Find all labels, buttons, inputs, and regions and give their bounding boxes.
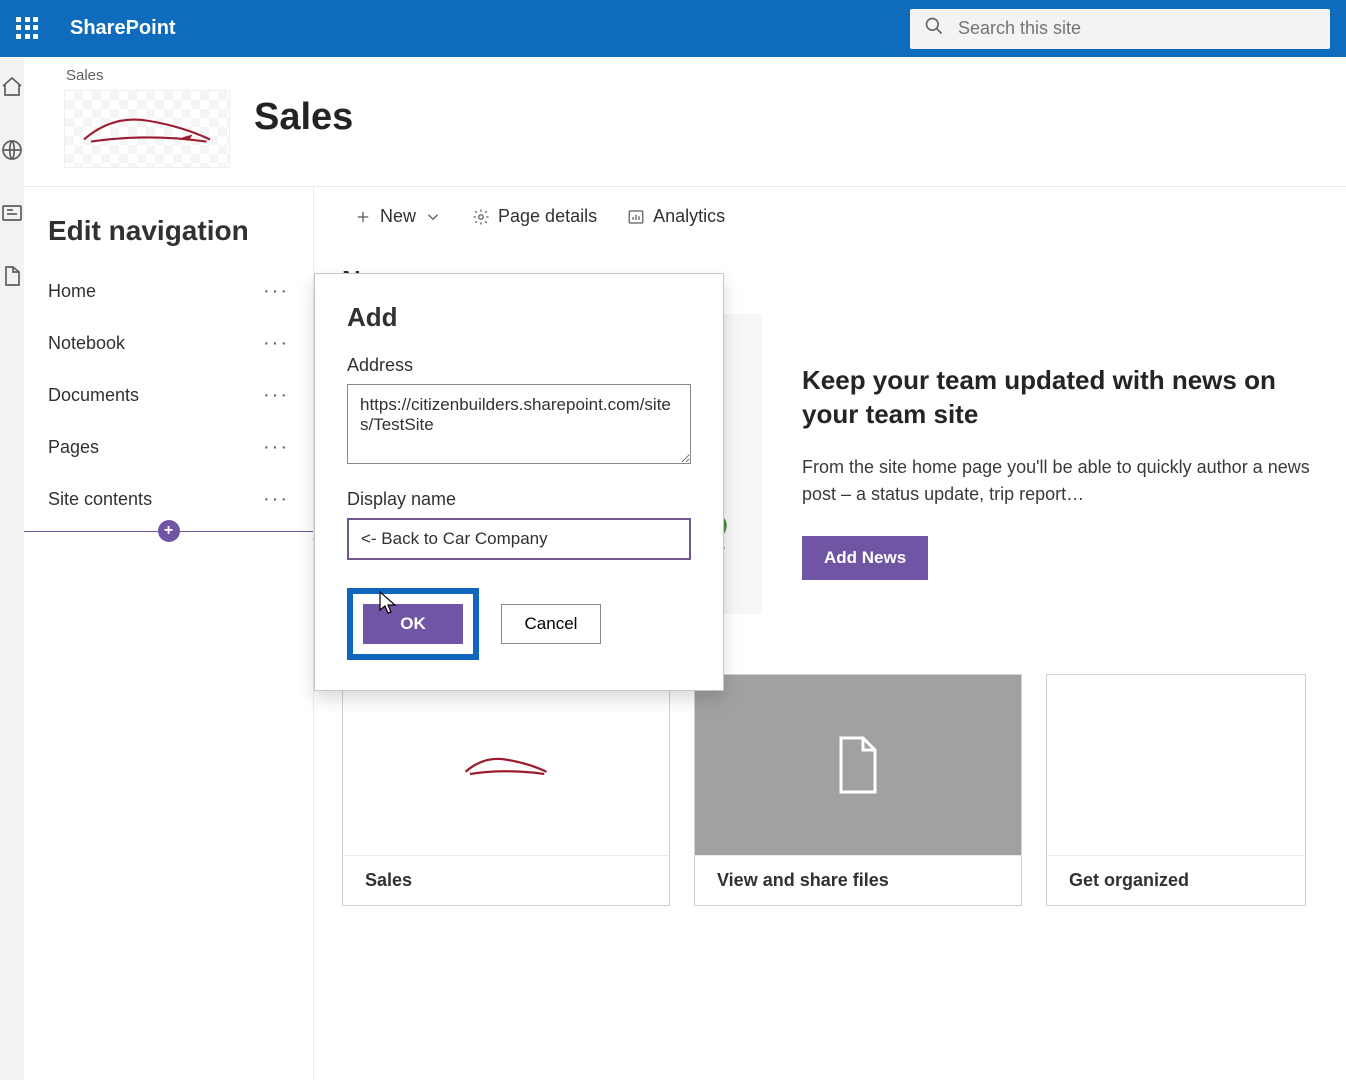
ok-button-highlight: OK — [347, 588, 479, 660]
plus-icon — [354, 208, 372, 226]
nav-item-documents[interactable]: Documents ··· — [48, 369, 289, 421]
more-icon[interactable]: ··· — [263, 436, 289, 459]
nav-item-label: Documents — [48, 385, 139, 406]
site-title: Sales — [254, 96, 353, 139]
address-label: Address — [347, 355, 691, 376]
card-thumb — [343, 675, 669, 855]
display-name-label: Display name — [347, 489, 691, 510]
home-icon[interactable] — [0, 75, 24, 102]
search-icon — [924, 16, 944, 41]
news-heading: Keep your team updated with news on your… — [802, 364, 1326, 432]
analytics-button[interactable]: Analytics — [627, 206, 725, 227]
edit-navigation-panel: Edit navigation Home ··· Notebook ··· Do… — [24, 187, 314, 1080]
site-header: Sales Sales — [24, 57, 1346, 187]
analytics-icon — [627, 208, 645, 226]
nav-insertion-line[interactable]: + — [24, 531, 313, 532]
nav-item-notebook[interactable]: Notebook ··· — [48, 317, 289, 369]
file-icon[interactable] — [0, 264, 24, 291]
more-icon[interactable]: ··· — [263, 280, 289, 303]
news-body: From the site home page you'll be able t… — [802, 454, 1326, 508]
page-details-button[interactable]: Page details — [472, 206, 597, 227]
analytics-label: Analytics — [653, 206, 725, 227]
new-button[interactable]: New — [354, 206, 442, 227]
card-title: View and share files — [695, 855, 1021, 905]
nav-item-pages[interactable]: Pages ··· — [48, 421, 289, 473]
card-title: Sales — [343, 855, 669, 905]
new-label: New — [380, 206, 416, 227]
page-content: New Page details Analytics News — [314, 187, 1346, 1080]
app-name[interactable]: SharePoint — [70, 17, 176, 40]
card-thumb — [1047, 675, 1305, 855]
car-logo-icon — [77, 105, 217, 153]
more-icon[interactable]: ··· — [263, 488, 289, 511]
quick-links-cards: Sales View and share files — [342, 674, 1326, 906]
ok-button[interactable]: OK — [363, 604, 463, 644]
cancel-button[interactable]: Cancel — [501, 604, 601, 644]
suite-bar: SharePoint — [0, 0, 1346, 57]
add-popup-title: Add — [347, 302, 691, 333]
add-nav-item-icon[interactable]: + — [158, 520, 180, 542]
chevron-down-icon — [424, 208, 442, 226]
display-name-input[interactable] — [347, 518, 691, 560]
site-logo[interactable] — [64, 90, 230, 168]
card-get-organized[interactable]: Get organized — [1046, 674, 1306, 906]
edit-navigation-title: Edit navigation — [48, 215, 289, 247]
news-icon[interactable] — [0, 201, 24, 228]
more-icon[interactable]: ··· — [263, 384, 289, 407]
nav-item-home[interactable]: Home ··· — [48, 265, 289, 317]
command-bar: New Page details Analytics — [314, 187, 1346, 247]
app-launcher-icon[interactable] — [16, 17, 40, 41]
gear-icon — [472, 208, 490, 226]
car-logo-icon — [461, 751, 551, 779]
left-rail — [0, 57, 24, 1080]
card-sales[interactable]: Sales — [342, 674, 670, 906]
card-view-share-files[interactable]: View and share files — [694, 674, 1022, 906]
document-icon — [835, 736, 881, 794]
globe-icon[interactable] — [0, 138, 24, 165]
search-box[interactable] — [910, 9, 1330, 49]
site-breadcrumb: Sales — [66, 67, 230, 84]
nav-item-site-contents[interactable]: Site contents ··· — [48, 473, 289, 525]
nav-item-label: Notebook — [48, 333, 125, 354]
nav-item-label: Pages — [48, 437, 99, 458]
page-details-label: Page details — [498, 206, 597, 227]
nav-item-label: Home — [48, 281, 96, 302]
nav-item-label: Site contents — [48, 489, 152, 510]
card-thumb — [695, 675, 1021, 855]
add-link-popup: Add Address Display name OK Cancel — [314, 273, 724, 691]
add-news-button[interactable]: Add News — [802, 536, 928, 580]
search-input[interactable] — [958, 18, 1316, 39]
card-title: Get organized — [1047, 855, 1305, 905]
address-input[interactable] — [347, 384, 691, 464]
more-icon[interactable]: ··· — [263, 332, 289, 355]
